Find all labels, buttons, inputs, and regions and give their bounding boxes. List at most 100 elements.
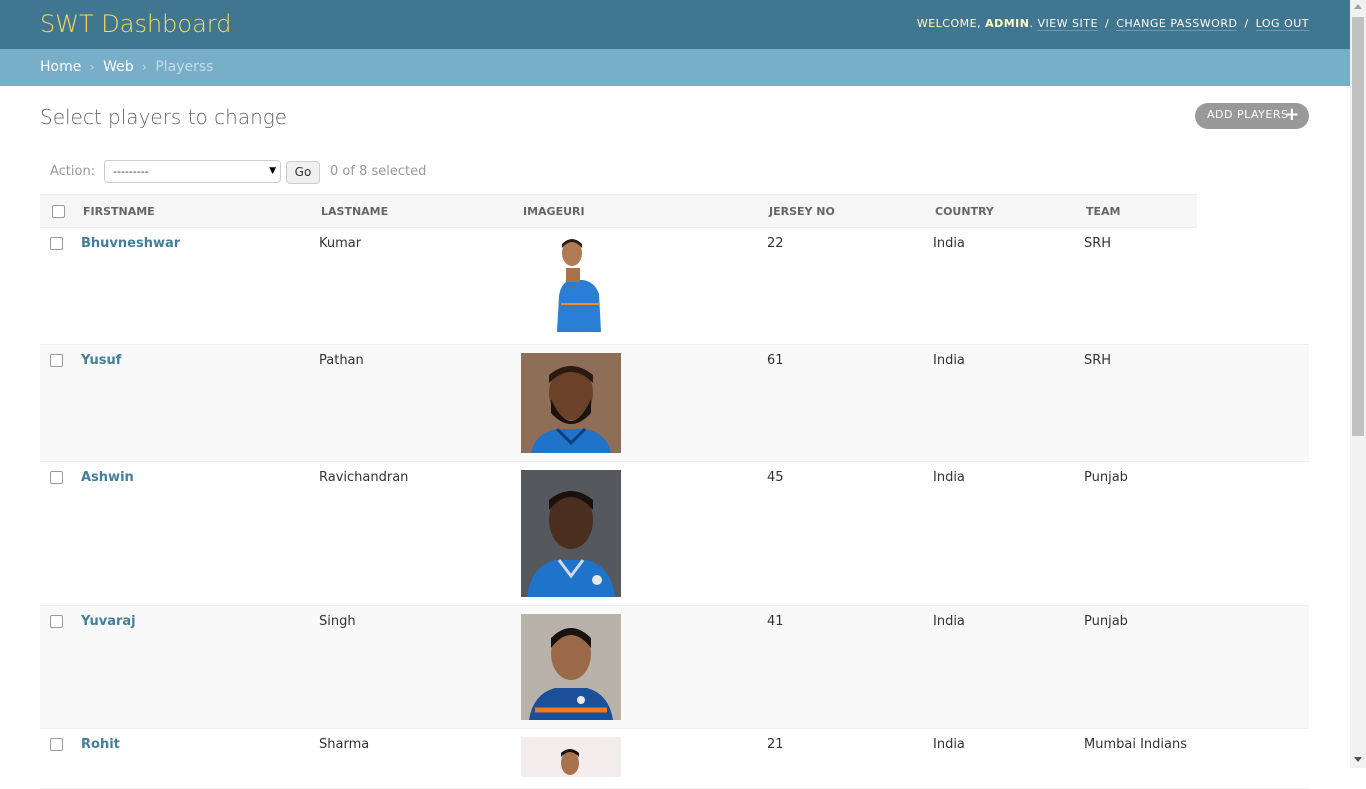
action-label: Action: <box>50 164 96 179</box>
lastname-cell: Ravichandran <box>319 461 521 606</box>
country-cell: India <box>933 728 1084 789</box>
select-all-checkbox[interactable] <box>52 204 65 218</box>
scroll-up-arrow-icon[interactable] <box>1354 4 1362 9</box>
firstname-cell: Yuvaraj <box>81 605 319 729</box>
action-selected-option: --------- <box>113 165 149 178</box>
firstname-cell: Bhuvneshwar <box>81 227 319 345</box>
row-checkbox[interactable] <box>50 738 63 751</box>
country-cell: India <box>933 605 1084 729</box>
filler-cell <box>1196 728 1309 789</box>
lastname-cell: Kumar <box>319 227 521 345</box>
separator: / <box>1104 17 1110 30</box>
lastname-cell: Pathan <box>319 344 521 462</box>
table-row: Yuvaraj Singh 41 India Punjab <box>40 605 1309 729</box>
column-header-lastname[interactable]: Lastname <box>319 194 521 228</box>
jersey-cell: 21 <box>767 728 933 789</box>
table-row: Ashwin Ravichandran 45 India Punjab <box>40 461 1309 606</box>
table-header-row: Firstname Lastname Imageuri Jersey no Co… <box>40 194 1309 228</box>
change-password-link[interactable]: Change password <box>1116 17 1238 31</box>
team-cell: SRH <box>1084 227 1197 345</box>
view-site-link[interactable]: View site <box>1037 17 1098 31</box>
breadcrumb-separator: › <box>89 60 95 74</box>
selection-counter: 0 of 8 selected <box>330 164 427 179</box>
firstname-cell: Ashwin <box>81 461 319 606</box>
table-row: Bhuvneshwar Kumar 22 India SRH <box>40 227 1309 345</box>
breadcrumb-app[interactable]: Web <box>103 59 134 75</box>
jersey-cell: 41 <box>767 605 933 729</box>
filler-cell <box>1196 605 1309 729</box>
image-cell <box>521 344 767 462</box>
row-checkbox[interactable] <box>50 354 63 367</box>
row-checkbox[interactable] <box>50 237 63 250</box>
go-button[interactable]: Go <box>286 161 320 184</box>
column-header-country[interactable]: Country <box>933 194 1084 228</box>
row-checkbox[interactable] <box>50 615 63 628</box>
country-cell: India <box>933 461 1084 606</box>
image-cell <box>521 605 767 729</box>
add-players-label: Add players <box>1207 108 1289 121</box>
jersey-cell: 61 <box>767 344 933 462</box>
player-link[interactable]: Yuvaraj <box>81 614 136 629</box>
filler-cell <box>1196 344 1309 462</box>
scroll-down-arrow-icon[interactable] <box>1354 757 1362 762</box>
country-cell: India <box>933 344 1084 462</box>
column-header-firstname[interactable]: Firstname <box>81 194 319 228</box>
lastname-cell: Singh <box>319 605 521 729</box>
country-cell: India <box>933 227 1084 345</box>
breadcrumb-home[interactable]: Home <box>40 59 81 75</box>
add-players-button[interactable]: Add players + <box>1195 103 1309 129</box>
player-photo <box>521 470 621 597</box>
action-select[interactable]: --------- ▼ <box>104 160 281 183</box>
team-cell: Punjab <box>1084 605 1197 729</box>
row-select-cell <box>40 461 81 606</box>
jersey-cell: 45 <box>767 461 933 606</box>
column-header-team[interactable]: Team <box>1084 194 1197 228</box>
player-link[interactable]: Yusuf <box>81 353 121 368</box>
column-header-jersey-no[interactable]: Jersey no <box>767 194 933 228</box>
table-row: Yusuf Pathan 61 India SRH <box>40 344 1309 462</box>
team-cell: Punjab <box>1084 461 1197 606</box>
username: admin <box>985 17 1030 30</box>
player-link[interactable]: Rohit <box>81 737 120 752</box>
player-link[interactable]: Ashwin <box>81 470 134 485</box>
header: SWT Dashboard Welcome, admin. View site … <box>0 0 1350 49</box>
column-header-imageuri[interactable]: Imageuri <box>521 194 767 228</box>
welcome-text: Welcome, <box>916 17 982 30</box>
logout-link[interactable]: Log out <box>1255 17 1309 31</box>
user-tools: Welcome, admin. View site / Change passw… <box>916 17 1309 31</box>
jersey-cell: 22 <box>767 227 933 345</box>
row-select-cell <box>40 728 81 789</box>
player-photo <box>521 353 621 453</box>
breadcrumb-current: Playerss <box>155 59 214 75</box>
site-brand[interactable]: SWT Dashboard <box>40 8 231 40</box>
breadcrumb: Home › Web › Playerss <box>0 49 1350 86</box>
player-link[interactable]: Bhuvneshwar <box>81 236 180 251</box>
image-cell <box>521 461 767 606</box>
firstname-cell: Yusuf <box>81 344 319 462</box>
player-photo <box>521 737 621 777</box>
row-select-cell <box>40 605 81 729</box>
player-photo-cutout <box>521 234 621 332</box>
player-photo <box>521 614 621 720</box>
plus-icon: + <box>1284 104 1300 125</box>
vertical-scrollbar[interactable] <box>1350 0 1366 768</box>
separator: / <box>1244 17 1249 30</box>
firstname-cell: Rohit <box>81 728 319 789</box>
select-all-cell <box>40 194 81 228</box>
dropdown-arrow-icon: ▼ <box>269 166 276 176</box>
results-table: Firstname Lastname Imageuri Jersey no Co… <box>40 194 1309 789</box>
page-title: Select players to change <box>40 105 288 129</box>
image-cell <box>521 728 767 789</box>
row-select-cell <box>40 227 81 345</box>
dot: . <box>1029 17 1034 30</box>
team-cell: Mumbai Indians <box>1084 728 1197 789</box>
row-checkbox[interactable] <box>50 471 63 484</box>
filler-cell <box>1196 227 1309 345</box>
image-cell <box>521 227 767 345</box>
row-select-cell <box>40 344 81 462</box>
actions-bar: Action: --------- ▼ Go 0 of 8 selected <box>40 157 1309 195</box>
scrollbar-thumb[interactable] <box>1352 17 1364 436</box>
team-cell: SRH <box>1084 344 1197 462</box>
breadcrumb-separator: › <box>142 60 147 74</box>
filler-cell <box>1196 461 1309 606</box>
